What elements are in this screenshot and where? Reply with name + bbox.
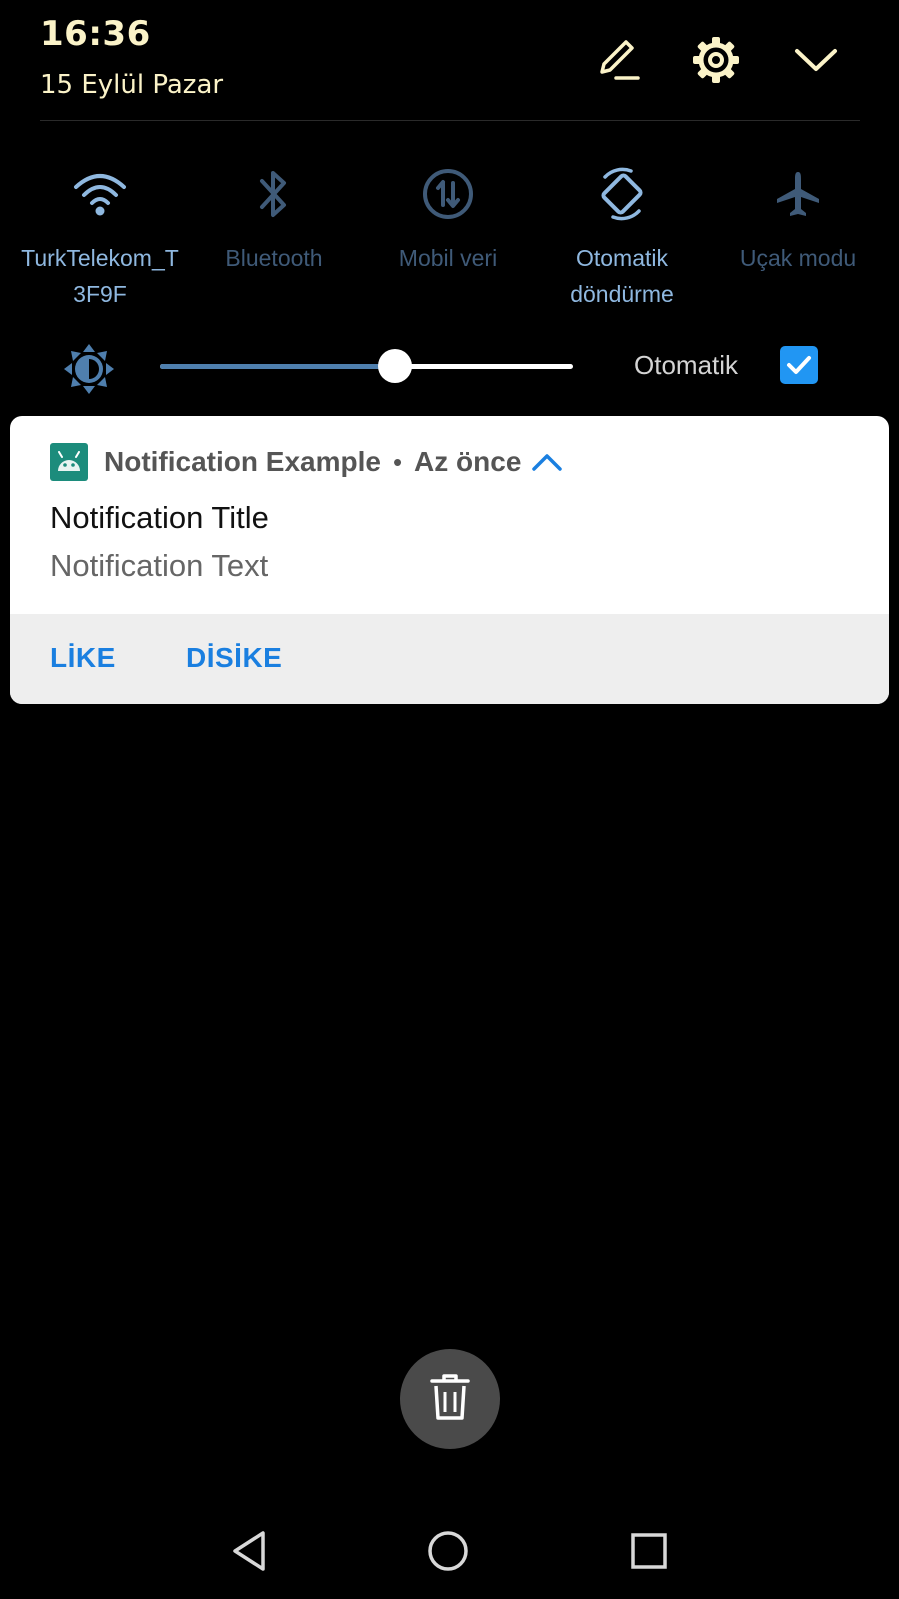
clock-date: 15 Eylül Pazar (40, 70, 224, 100)
airplane-icon (712, 160, 884, 228)
notification-text: Notification Text (50, 548, 269, 583)
tile-wifi-label: TurkTelekom_T 3F9F (21, 245, 179, 307)
notification-time: Az önce (414, 446, 522, 477)
auto-brightness-label: Otomatik (634, 350, 739, 380)
tile-bluetooth[interactable]: Bluetooth (188, 160, 360, 276)
edit-icon[interactable] (592, 34, 644, 86)
tile-mobile-data[interactable]: Mobil veri (362, 160, 534, 276)
trash-icon (428, 1372, 472, 1426)
navigation-bar (0, 1500, 899, 1599)
tile-bluetooth-label: Bluetooth (225, 245, 323, 271)
notification-header: Notification Example • Az önce (50, 442, 563, 482)
notification-title: Notification Title (50, 500, 269, 535)
recents-icon[interactable] (626, 1528, 672, 1574)
brightness-icon (62, 342, 116, 396)
tile-auto-rotate-label: Otomatik döndürme (570, 245, 674, 307)
notification-actions: LİKE DİSİKE (10, 614, 889, 704)
header-divider (40, 120, 860, 121)
clear-all-button[interactable] (400, 1349, 500, 1449)
notification-app-name: Notification Example (104, 446, 381, 477)
brightness-row: Otomatik (0, 336, 899, 396)
brightness-fill (160, 364, 395, 369)
android-app-icon (50, 443, 88, 481)
tile-mobile-data-label: Mobil veri (398, 245, 498, 271)
notification-card[interactable]: Notification Example • Az önce Notificat… (10, 416, 889, 704)
bluetooth-icon (188, 160, 360, 228)
tile-airplane-mode-label: Uçak modu (739, 245, 857, 271)
tile-auto-rotate[interactable]: Otomatik döndürme (536, 160, 708, 312)
status-header: 16:36 15 Eylül Pazar (0, 0, 899, 122)
collapse-icon[interactable] (790, 34, 842, 86)
mobile-data-icon (362, 160, 534, 228)
tile-wifi[interactable]: TurkTelekom_T 3F9F (14, 160, 186, 312)
dislike-button[interactable]: DİSİKE (186, 642, 282, 674)
quick-settings: TurkTelekom_T 3F9F Bluetooth Mobil veri (0, 160, 899, 320)
auto-rotate-icon (536, 160, 708, 228)
wifi-icon (14, 160, 186, 228)
notification-separator: • (392, 446, 403, 477)
like-button[interactable]: LİKE (50, 642, 116, 674)
brightness-slider-thumb[interactable] (378, 349, 412, 383)
settings-icon[interactable] (690, 34, 742, 86)
back-icon[interactable] (226, 1528, 272, 1574)
clock-time: 16:36 (40, 14, 151, 54)
tile-airplane-mode[interactable]: Uçak modu (712, 160, 884, 276)
chevron-up-icon[interactable] (531, 449, 563, 475)
auto-brightness-checkbox[interactable] (780, 346, 818, 384)
home-icon[interactable] (425, 1528, 471, 1574)
